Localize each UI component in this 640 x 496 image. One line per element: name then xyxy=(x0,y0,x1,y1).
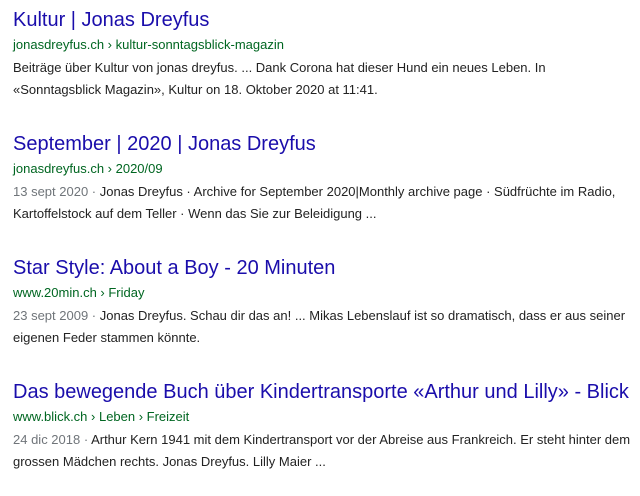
result-snippet-text: Jonas Dreyfus · Archive for September 20… xyxy=(13,184,616,221)
result-date: 13 sept 2020 · xyxy=(13,184,100,199)
result-date: 23 sept 2009 · xyxy=(13,308,100,323)
result-snippet: 23 sept 2009 · Jonas Dreyfus. Schau dir … xyxy=(13,305,633,349)
result-snippet: 13 sept 2020 · Jonas Dreyfus · Archive f… xyxy=(13,181,633,225)
search-results-list: Kultur | Jonas Dreyfus jonasdreyfus.ch ›… xyxy=(13,0,640,496)
result-url-breadcrumb[interactable]: jonasdreyfus.ch › 2020/09 xyxy=(13,160,163,178)
result-snippet-text: Arthur Kern 1941 mit dem Kindertransport… xyxy=(13,432,631,469)
result-snippet: 24 dic 2018 · Arthur Kern 1941 mit dem K… xyxy=(13,429,633,473)
result-title-link[interactable]: Das bewegende Buch über Kindertransporte… xyxy=(13,379,629,405)
search-result: Das bewegende Buch über Kindertransporte… xyxy=(13,372,640,496)
search-result: September | 2020 | Jonas Dreyfus jonasdr… xyxy=(13,124,640,248)
search-result: Star Style: About a Boy - 20 Minuten www… xyxy=(13,248,640,372)
result-date: 24 dic 2018 · xyxy=(13,432,92,447)
result-snippet-text: Jonas Dreyfus. Schau dir das an! ... Mik… xyxy=(13,308,626,345)
search-result: Kultur | Jonas Dreyfus jonasdreyfus.ch ›… xyxy=(13,0,640,124)
result-url-breadcrumb[interactable]: www.blick.ch › Leben › Freizeit xyxy=(13,408,189,426)
result-snippet-text: Beiträge über Kultur von jonas dreyfus. … xyxy=(13,60,546,97)
result-url-breadcrumb[interactable]: www.20min.ch › Friday xyxy=(13,284,144,302)
result-title-link[interactable]: Kultur | Jonas Dreyfus xyxy=(13,7,209,33)
result-title-link[interactable]: September | 2020 | Jonas Dreyfus xyxy=(13,131,316,157)
result-title-link[interactable]: Star Style: About a Boy - 20 Minuten xyxy=(13,255,335,281)
result-url-breadcrumb[interactable]: jonasdreyfus.ch › kultur-sonntagsblick-m… xyxy=(13,36,284,54)
result-snippet: Beiträge über Kultur von jonas dreyfus. … xyxy=(13,57,633,101)
